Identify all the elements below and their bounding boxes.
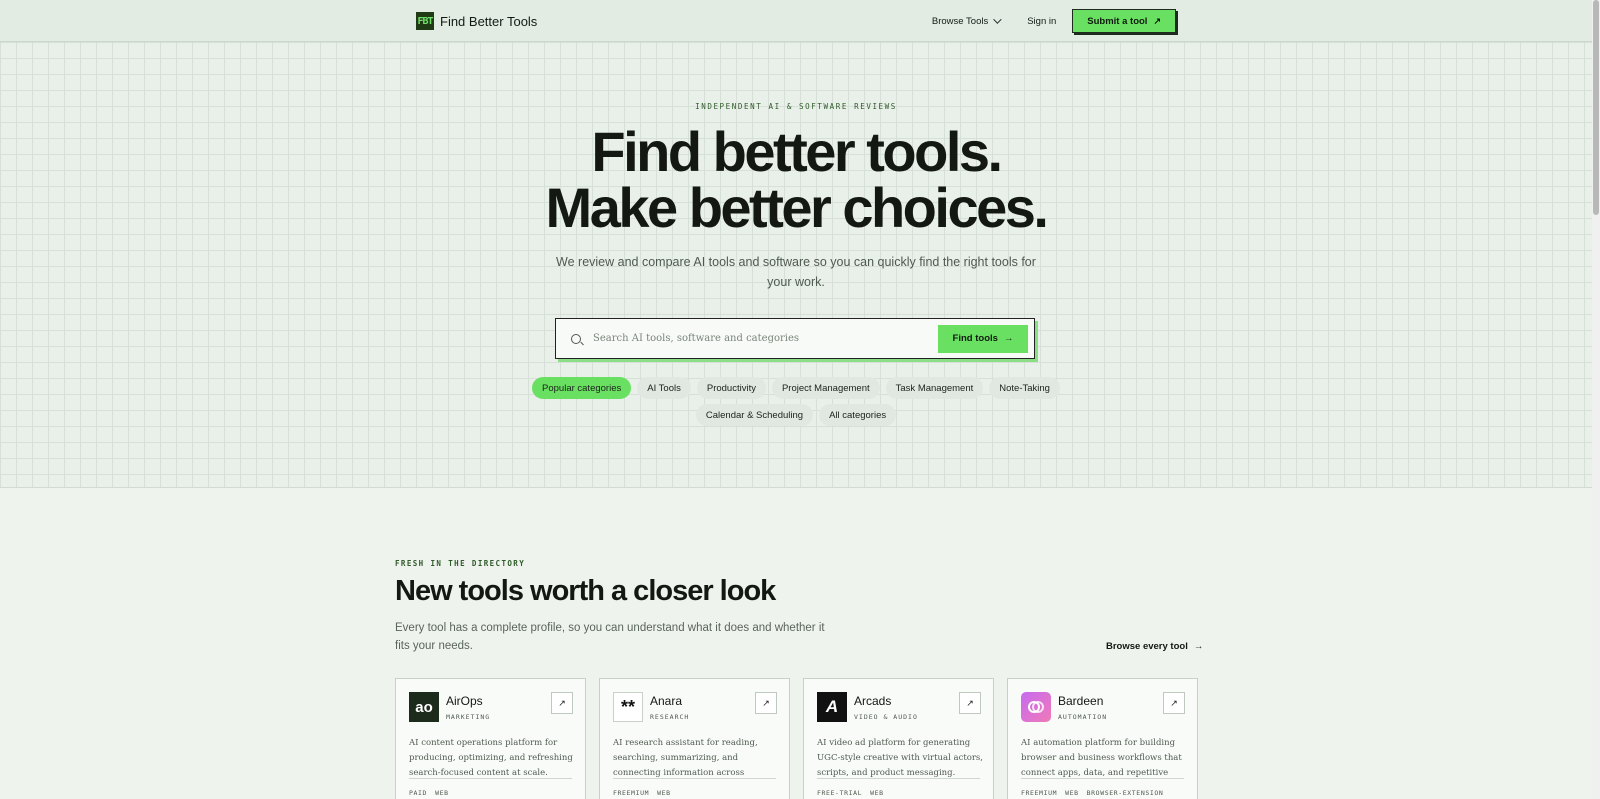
tool-category: MARKETING [446, 713, 491, 721]
scrollbar-thumb[interactable] [1593, 0, 1599, 215]
sign-in-link[interactable]: Sign in [1027, 16, 1056, 27]
tool-description: AI research assistant for reading, searc… [613, 738, 758, 778]
chip-note-taking[interactable]: Note-Taking [989, 377, 1060, 399]
tag: WEB [1065, 789, 1079, 797]
submit-tool-button[interactable]: Submit a tool ↗ [1072, 9, 1176, 33]
tool-card-arcads[interactable]: A Arcads VIDEO & AUDIO ↗ AI video ad pla… [803, 678, 994, 799]
chip-calendar-scheduling[interactable]: Calendar & Scheduling [695, 404, 814, 426]
tool-card-airops[interactable]: ao AirOps MARKETING ↗ AI content operati… [395, 678, 586, 799]
browse-tools-label: Browse Tools [931, 15, 989, 27]
hero-subtitle: We review and compare AI tools and softw… [556, 255, 1036, 289]
open-external-icon[interactable]: ↗ [1163, 692, 1185, 714]
airops-logo-icon: ao [409, 692, 439, 722]
divider [817, 778, 980, 779]
tool-card-anara[interactable]: ** Anara RESEARCH ↗ AI research assistan… [599, 678, 790, 799]
tool-tags: FREEMIUM WEB [613, 789, 671, 797]
hero-title-line2: Make better choices. [545, 176, 1049, 239]
hero-title-line1: Find better tools. [591, 120, 1003, 183]
section-subtitle: Every tool has a complete profile, so yo… [395, 622, 825, 652]
arrow-right-icon: → [1003, 333, 1014, 344]
tag: FREEMIUM [1021, 789, 1058, 797]
arrow-up-right-icon: ↗ [1153, 15, 1161, 26]
hero-section: INDEPENDENT AI & SOFTWARE REVIEWS Find b… [0, 42, 1592, 488]
search-icon [571, 333, 581, 344]
anara-logo-icon: ** [613, 692, 643, 722]
tool-category: VIDEO & AUDIO [854, 713, 918, 721]
chip-ai-tools[interactable]: AI Tools [637, 377, 691, 399]
tool-description: AI content operations platform for produ… [409, 738, 573, 778]
open-external-icon[interactable]: ↗ [755, 692, 777, 714]
divider [409, 778, 572, 779]
chip-project-management[interactable]: Project Management [771, 377, 880, 399]
divider [1021, 778, 1184, 779]
tool-tags: FREE-TRIAL WEB [817, 789, 884, 797]
hero-title: Find better tools. Make better choices. [0, 124, 1592, 236]
tool-tags: FREEMIUM WEB BROWSER-EXTENSION [1021, 789, 1163, 797]
open-external-icon[interactable]: ↗ [551, 692, 573, 714]
bardeen-logo-icon [1021, 692, 1051, 722]
arcads-logo-icon: A [817, 692, 847, 722]
tag: FREEMIUM [613, 789, 650, 797]
tool-name: Bardeen [1058, 694, 1104, 708]
tool-card-bardeen[interactable]: Bardeen AUTOMATION ↗ AI automation platf… [1007, 678, 1198, 799]
tool-name: AirOps [446, 694, 483, 708]
tool-description: AI automation platform for building brow… [1021, 738, 1182, 778]
browse-tools-menu[interactable]: Browse Tools [931, 15, 1002, 27]
tool-tags: PAID WEB [409, 789, 449, 797]
find-tools-label: Find tools [952, 333, 998, 344]
chip-productivity[interactable]: Productivity [696, 377, 766, 399]
nav-actions: Browse Tools Sign in Submit a tool ↗ [932, 9, 1176, 33]
brand[interactable]: FBT Find Better Tools [416, 12, 537, 30]
tool-name: Anara [650, 694, 683, 708]
tag: WEB [435, 789, 449, 797]
arrow-right-icon: → [1193, 641, 1204, 652]
section-title: New tools worth a closer look [395, 575, 776, 607]
category-chips-row1: Popular categories AI Tools Productivity… [0, 377, 1592, 399]
browse-every-tool-label: Browse every tool [1106, 641, 1188, 652]
hero-eyebrow: INDEPENDENT AI & SOFTWARE REVIEWS [695, 102, 897, 111]
chip-popular-categories[interactable]: Popular categories [532, 377, 632, 399]
brand-name: Find Better Tools [440, 13, 538, 29]
browse-every-tool-link[interactable]: Browse every tool → [1106, 641, 1203, 652]
tool-cards: ao AirOps MARKETING ↗ AI content operati… [395, 678, 1198, 799]
divider [613, 778, 776, 779]
tag: PAID [409, 789, 428, 797]
chevron-down-icon [993, 15, 1002, 24]
tool-category: AUTOMATION [1058, 713, 1108, 721]
category-chips-row2: Calendar & Scheduling All categories [0, 404, 1592, 426]
tag: WEB [657, 789, 671, 797]
chip-task-management[interactable]: Task Management [885, 377, 984, 399]
tool-name: Arcads [854, 694, 892, 708]
tool-description: AI video ad platform for generating UGC-… [817, 738, 983, 778]
section-eyebrow: FRESH IN THE DIRECTORY [395, 559, 526, 568]
chip-all-categories[interactable]: All categories [819, 404, 897, 426]
tag: BROWSER-EXTENSION [1086, 789, 1164, 797]
page-scrollbar[interactable] [1592, 0, 1600, 799]
search-input[interactable] [593, 333, 938, 344]
search-bar: Find tools → [555, 318, 1035, 359]
top-navbar: FBT Find Better Tools Browse Tools Sign … [0, 0, 1592, 42]
submit-tool-label: Submit a tool [1087, 15, 1148, 27]
open-external-icon[interactable]: ↗ [959, 692, 981, 714]
tag: WEB [870, 789, 884, 797]
tool-category: RESEARCH [650, 713, 690, 721]
find-tools-button[interactable]: Find tools → [938, 324, 1028, 353]
tag: FREE-TRIAL [817, 789, 863, 797]
logo-icon: FBT [416, 12, 434, 30]
